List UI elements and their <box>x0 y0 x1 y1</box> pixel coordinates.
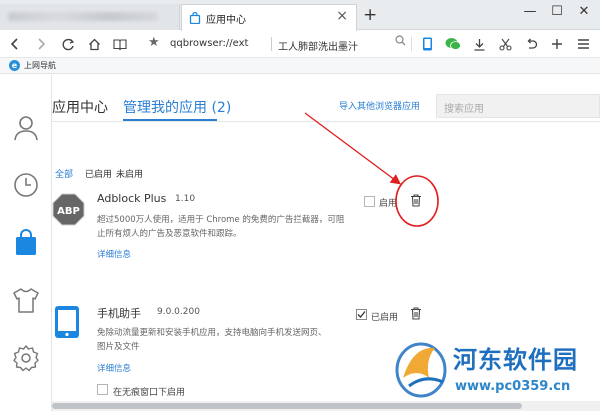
desc-line: 超过5000万人使用，适用于 Chrome 的免费的广告拦截器，可阻 <box>97 215 345 225</box>
adblock-plus-icon: ABP <box>52 193 85 226</box>
clock-icon[interactable] <box>11 170 41 200</box>
shopping-bag-icon <box>189 12 201 24</box>
gear-icon[interactable] <box>11 343 41 373</box>
navigation-e-icon[interactable]: e <box>9 60 20 71</box>
address-bar[interactable]: ★ qqbrowser://ext 工人肺部洗出墨汁 <box>140 34 412 54</box>
phone-assistant-icon[interactable] <box>419 36 435 52</box>
desc-line: 图片及文件 <box>97 342 140 352</box>
navigation-toolbar: ★ qqbrowser://ext 工人肺部洗出墨汁 <box>0 31 600 57</box>
watermark-logo <box>395 342 447 398</box>
tab-background[interactable] <box>0 4 180 30</box>
search-icon[interactable] <box>395 35 406 49</box>
wechat-icon[interactable] <box>445 36 461 52</box>
watermark-title: 河东软件园 <box>453 345 578 374</box>
home-icon[interactable] <box>86 36 102 52</box>
watermark-url: www.pc0359.cn <box>455 379 571 394</box>
tab-title: 应用中心 <box>206 15 246 26</box>
app-name: 手机助手 <box>97 307 141 320</box>
search-suggest-text[interactable]: 工人肺部洗出墨汁 <box>278 38 358 53</box>
header-divider <box>52 121 600 122</box>
app-description: 免除动流量更新和安装手机应用，支持电脑向手机发送网页、 图片及文件 <box>97 326 347 354</box>
refresh-icon[interactable] <box>60 36 76 52</box>
toolbar-divider <box>411 37 412 51</box>
bookmark-bar: e 上网导航 <box>0 57 600 74</box>
import-apps-link[interactable]: 导入其他浏览器应用 <box>339 99 420 112</box>
trash-icon[interactable] <box>410 307 422 320</box>
add-icon[interactable] <box>549 36 565 52</box>
menu-icon[interactable] <box>575 36 591 52</box>
title-bar: 应用中心 × + — ☐ ✕ <box>0 0 600 31</box>
app-version: 9.0.0.200 <box>157 307 200 317</box>
url-text: qqbrowser://ext <box>170 38 249 49</box>
enable-checkbox[interactable] <box>364 196 375 207</box>
incognito-label[interactable]: 在无痕窗口下启用 <box>113 385 185 398</box>
close-window-button[interactable]: ✕ <box>574 4 594 22</box>
undo-icon[interactable] <box>523 36 539 52</box>
tab-manage-apps[interactable]: 管理我的应用 (2) <box>123 97 231 117</box>
tab-app-center[interactable]: 应用中心 × <box>181 4 357 31</box>
search-placeholder: 搜索应用 <box>444 104 484 115</box>
left-sidebar <box>0 75 52 411</box>
app-search-input[interactable]: 搜索应用 <box>436 94 600 118</box>
desc-line: 止所有烦人的广告及恶意软件和跟踪。 <box>97 229 242 239</box>
app-name: Adblock Plus <box>97 192 167 205</box>
tab-close-icon[interactable]: × <box>336 8 348 24</box>
download-icon[interactable] <box>471 36 487 52</box>
shirt-icon[interactable] <box>11 285 41 315</box>
checkmark-icon <box>357 311 366 318</box>
new-tab-button[interactable]: + <box>363 5 377 25</box>
tab-app-center-page[interactable]: 应用中心 <box>52 97 108 117</box>
adblock-icon-text: ABP <box>57 206 80 217</box>
app-version: 1.10 <box>175 194 196 204</box>
trash-icon[interactable] <box>410 194 422 207</box>
phone-icon <box>55 306 79 338</box>
enable-checkbox-checked[interactable] <box>356 309 367 320</box>
forward-icon[interactable] <box>33 36 49 52</box>
bookmark-item-label[interactable]: 上网导航 <box>24 60 56 71</box>
maximize-button[interactable]: ☐ <box>547 4 567 22</box>
incognito-checkbox[interactable] <box>97 384 108 395</box>
enable-label[interactable]: 启用 <box>379 196 397 209</box>
filter-all[interactable]: 全部 <box>55 167 73 180</box>
app-details-link[interactable]: 详细信息 <box>97 248 131 260</box>
watermark: 河东软件园 www.pc0359.cn <box>395 336 595 406</box>
minimize-button[interactable]: — <box>520 4 540 22</box>
user-icon[interactable] <box>11 113 41 143</box>
filter-enabled[interactable]: 已启用 <box>85 167 112 180</box>
enabled-label[interactable]: 已启用 <box>371 310 398 323</box>
app-details-link[interactable]: 详细信息 <box>97 362 131 374</box>
shopping-bag-icon[interactable] <box>11 228 41 258</box>
address-divider <box>271 37 272 51</box>
back-icon[interactable] <box>7 36 23 52</box>
desc-line: 免除动流量更新和安装手机应用，支持电脑向手机发送网页、 <box>97 328 327 338</box>
app-description: 超过5000万人使用，适用于 Chrome 的免费的广告拦截器，可阻 止所有烦人… <box>97 213 347 241</box>
bookmark-star-icon[interactable]: ★ <box>148 35 160 50</box>
scissors-icon[interactable] <box>497 36 513 52</box>
reader-book-icon[interactable] <box>112 36 128 52</box>
filter-disabled[interactable]: 未启用 <box>116 167 143 180</box>
